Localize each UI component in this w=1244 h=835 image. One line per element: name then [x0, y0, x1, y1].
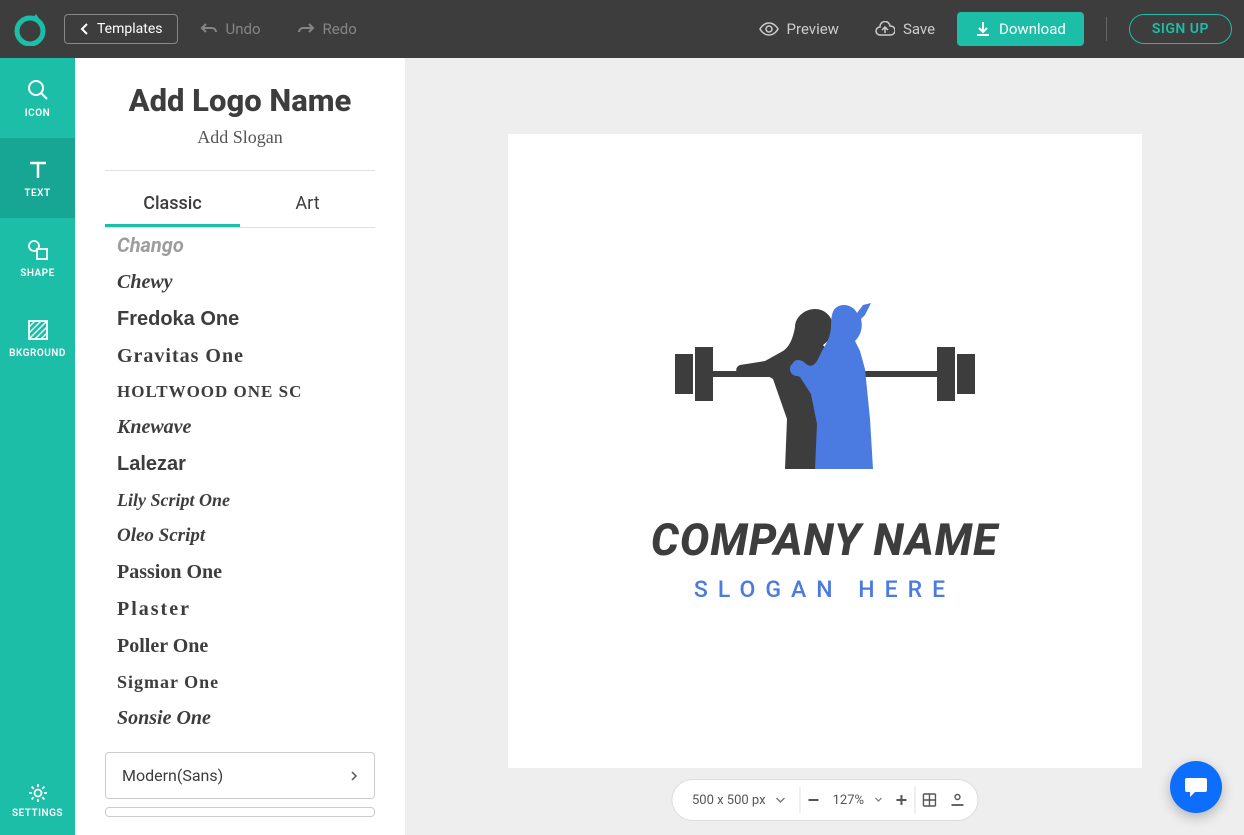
add-slogan-button[interactable]: Add Slogan	[105, 127, 375, 148]
download-label: Download	[999, 20, 1066, 38]
app-logo[interactable]	[12, 11, 48, 47]
minus-icon	[807, 793, 821, 807]
nav-bkground-label: BKGROUND	[9, 348, 66, 359]
download-button[interactable]: Download	[957, 12, 1084, 46]
templates-button[interactable]: Templates	[64, 14, 178, 44]
signup-button[interactable]: SIGN UP	[1129, 14, 1232, 44]
font-category-select-next[interactable]	[105, 807, 375, 817]
download-icon	[975, 21, 991, 37]
search-icon	[26, 78, 50, 102]
topbar: Templates Undo Redo Preview Save Downloa…	[0, 0, 1244, 58]
chevron-left-icon	[79, 22, 89, 36]
caret-down-icon	[776, 797, 786, 803]
nav-icon-label: ICON	[25, 108, 50, 119]
nav-bkground[interactable]: BKGROUND	[0, 298, 75, 378]
tab-art[interactable]: Art	[240, 185, 375, 227]
font-option[interactable]: Passion One	[105, 554, 375, 591]
gear-icon	[27, 782, 49, 804]
zoom-select[interactable]: 127%	[827, 780, 888, 820]
undo-button[interactable]: Undo	[186, 14, 275, 44]
sidebar-nav: ICON TEXT SHAPE BKGROUND SETTINGS	[0, 58, 75, 835]
preview-button[interactable]: Preview	[745, 14, 853, 44]
redo-label: Redo	[323, 20, 357, 38]
divider	[105, 170, 375, 171]
font-option[interactable]: Oleo Script	[105, 518, 375, 554]
font-option[interactable]: Chewy	[105, 264, 375, 301]
logo-graphic[interactable]	[665, 299, 985, 479]
divider	[1106, 17, 1107, 41]
save-label: Save	[903, 20, 935, 38]
dimensions-label: 500 x 500 px	[692, 793, 766, 808]
shape-icon	[26, 238, 50, 262]
dimensions-select[interactable]: 500 x 500 px	[678, 780, 800, 820]
canvas-area: COMPANY NAME SLOGAN HERE 500 x 500 px 12…	[405, 58, 1244, 835]
font-list[interactable]: Chango Chewy Fredoka One Gravitas One HO…	[105, 228, 375, 748]
font-option[interactable]: Gravitas One	[105, 338, 375, 375]
templates-label: Templates	[97, 21, 163, 37]
main: ICON TEXT SHAPE BKGROUND SETTINGS Add Lo…	[0, 58, 1244, 835]
font-option[interactable]: Lalezar	[105, 446, 375, 483]
hatch-icon	[26, 318, 50, 342]
zoom-in-button[interactable]	[888, 787, 914, 813]
font-option[interactable]: Sigmar One	[105, 665, 375, 700]
text-icon	[26, 158, 50, 182]
nav-shape-label: SHAPE	[20, 268, 55, 279]
grid-icon	[921, 792, 937, 808]
text-panel: Add Logo Name Add Slogan Classic Art Cha…	[75, 58, 405, 835]
cloud-icon	[875, 21, 895, 37]
tab-classic[interactable]: Classic	[105, 185, 240, 227]
nav-settings-label: SETTINGS	[12, 808, 63, 819]
redo-button[interactable]: Redo	[283, 14, 371, 44]
zoom-label: 127%	[833, 793, 864, 808]
nav-text[interactable]: TEXT	[0, 138, 75, 218]
font-option[interactable]: Chango	[105, 228, 375, 264]
font-category-label: Modern(Sans)	[122, 766, 223, 785]
chat-button[interactable]	[1170, 761, 1222, 813]
chat-icon	[1183, 774, 1209, 800]
font-option[interactable]: Lily Script One	[105, 483, 375, 518]
font-option[interactable]: Poller One	[105, 628, 375, 665]
slogan-text[interactable]: SLOGAN HERE	[694, 576, 955, 603]
redo-icon	[297, 22, 315, 36]
caret-down-icon	[874, 797, 882, 803]
nav-icon[interactable]: ICON	[0, 58, 75, 138]
add-logo-name-button[interactable]: Add Logo Name	[105, 82, 375, 119]
font-option[interactable]: HOLTWOOD ONE SC	[105, 375, 375, 409]
nav-shape[interactable]: SHAPE	[0, 218, 75, 298]
save-button[interactable]: Save	[861, 14, 949, 44]
nav-settings[interactable]: SETTINGS	[0, 765, 75, 835]
eye-icon	[759, 22, 779, 36]
zoom-out-button[interactable]	[801, 787, 827, 813]
font-option[interactable]: Plaster	[105, 591, 375, 628]
preview-label: Preview	[787, 20, 839, 38]
align-button[interactable]	[943, 786, 971, 814]
chevron-right-icon	[350, 770, 358, 782]
font-option[interactable]: Fredoka One	[105, 301, 375, 338]
plus-icon	[894, 793, 908, 807]
font-tabs: Classic Art	[105, 185, 375, 228]
font-category-select[interactable]: Modern(Sans)	[105, 752, 375, 799]
nav-text-label: TEXT	[24, 188, 50, 199]
font-option[interactable]: Sonsie One	[105, 700, 375, 737]
bottom-toolbar: 500 x 500 px 127%	[671, 779, 978, 821]
canvas[interactable]: COMPANY NAME SLOGAN HERE	[508, 134, 1142, 768]
grid-toggle-button[interactable]	[915, 786, 943, 814]
font-option[interactable]: Knewave	[105, 409, 375, 446]
company-name-text[interactable]: COMPANY NAME	[651, 514, 998, 566]
align-icon	[949, 792, 965, 808]
undo-icon	[200, 22, 218, 36]
undo-label: Undo	[226, 20, 261, 38]
